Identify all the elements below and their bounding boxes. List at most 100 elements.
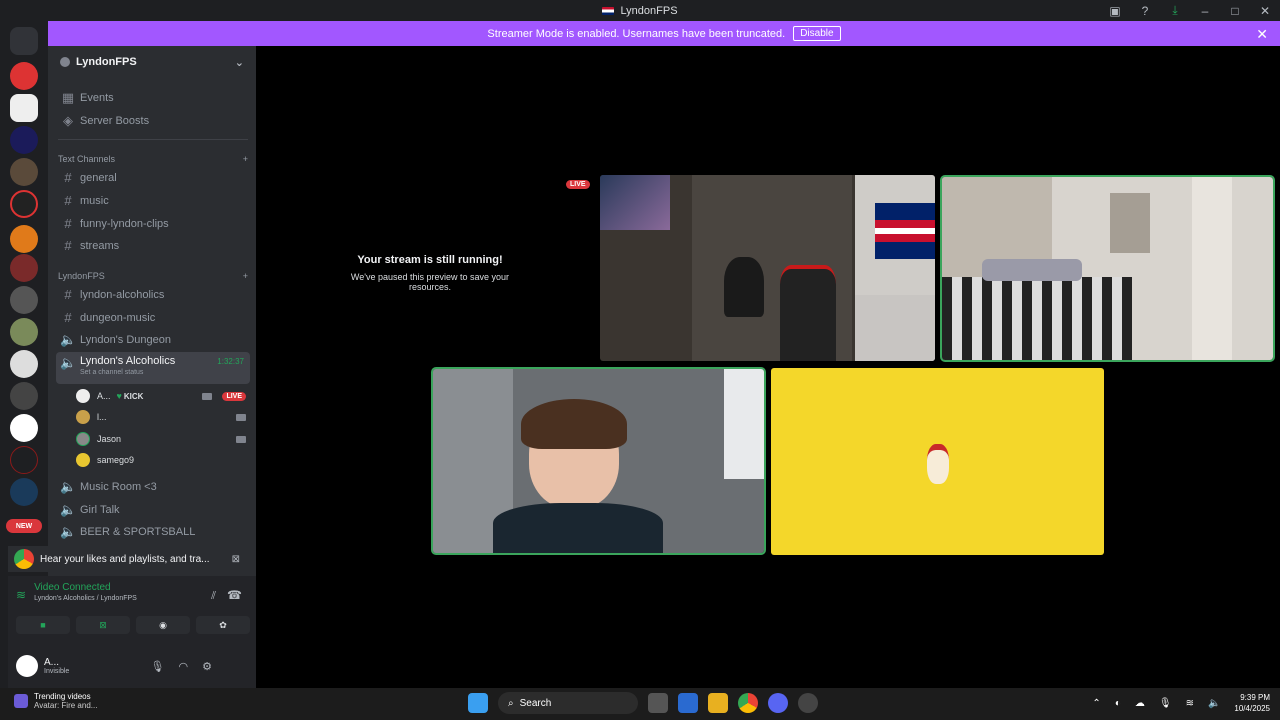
server-icon-8[interactable] [10,286,38,314]
server-icon-11[interactable] [10,382,38,410]
help-icon[interactable]: ? [1130,0,1160,21]
speaker-icon: 🔈 [60,355,77,370]
server-icon-7[interactable] [10,254,38,282]
store-icon[interactable] [678,693,698,713]
video-tile-stream[interactable] [600,175,935,361]
boost-icon: ◈ [63,112,73,128]
voice-lyndons-alcoholics[interactable]: 🔈 Lyndon's Alcoholics Set a channel stat… [56,352,250,384]
channel-funny-lyndon-clips[interactable]: # funny-lyndon-clips [56,213,250,234]
add-channel-icon[interactable]: + [243,154,248,164]
channel-label: BEER & SPORTSBALL [80,525,196,538]
video-tile-bedroom[interactable] [940,175,1275,362]
door [1192,177,1232,360]
volume-icon[interactable]: 🔈 [1208,698,1220,709]
network-icon[interactable]: ☁ [1135,698,1145,709]
server-icon-2[interactable] [10,94,38,122]
connection-location[interactable]: Lyndon's Alcoholics / LyndonFPS [34,595,137,602]
server-icon-1[interactable] [10,62,38,90]
search-label: Search [519,697,552,709]
voice-user-1[interactable]: A... ♥ KICK LIVE [76,386,246,406]
flag [875,203,935,259]
category-text-channels[interactable]: Text Channels + [58,154,248,164]
mic-tray-icon[interactable]: 🎙 [1159,698,1172,709]
maximize-button[interactable]: □ [1220,0,1250,21]
video-tile-webcam[interactable] [431,367,766,555]
task-view-icon[interactable] [648,693,668,713]
close-window-button[interactable]: ✕ [1250,0,1280,21]
hash-icon: # [64,238,72,253]
calendar-icon: ▦ [61,89,75,105]
headphones-icon[interactable]: ◠ [179,660,189,673]
user-panel[interactable]: A... Invisible 🎙 ◠ ⚙ [16,650,212,682]
user-name: Jason [97,434,122,444]
disable-streamer-mode-button[interactable]: Disable [793,26,841,41]
user-name: A... [44,657,60,668]
tray-app-icon[interactable]: ◐ [1115,698,1121,709]
noise-suppression-icon[interactable]: ⫽ [211,590,216,603]
channel-streams[interactable]: # streams [56,235,250,256]
window [724,369,764,479]
activity-promo-card[interactable]: Hear your likes and playlists, and tra..… [8,546,250,572]
stream-paused-notice: Your stream is still running! We've paus… [330,254,530,292]
voice-music-room[interactable]: 🔈 Music Room <3 [56,476,250,497]
widgets-icon [14,694,28,708]
voice-lyndons-dungeon[interactable]: 🔈 Lyndon's Dungeon [56,329,250,350]
inbox-icon[interactable]: ▣ [1100,0,1130,21]
camera-button[interactable]: ■ [16,616,70,634]
discord-home-icon[interactable] [10,27,38,55]
discord-taskbar-icon[interactable] [768,693,788,713]
server-icon-3[interactable] [10,126,38,154]
server-icon-10[interactable] [10,350,38,378]
channel-dungeon-music[interactable]: # dungeon-music [56,307,250,328]
channel-lyndon-alcoholics[interactable]: # lyndon-alcoholics [56,284,250,305]
connection-status[interactable]: Video Connected [34,582,137,593]
file-explorer-icon[interactable] [708,693,728,713]
microphone-icon[interactable]: 🎙 [151,660,165,673]
category-lyndonfps[interactable]: LyndonFPS + [58,271,248,281]
voice-user-4[interactable]: samego9 [76,450,246,470]
add-channel-icon[interactable]: + [243,271,248,281]
voice-beer-sportsball[interactable]: 🔈 BEER & SPORTSBALL [56,521,250,542]
hash-icon: # [64,193,72,208]
news-widget[interactable]: Trending videos Avatar: Fire and... [14,692,97,710]
voice-user-3[interactable]: Jason [76,429,246,449]
events-item[interactable]: ▦ Events [56,87,250,108]
screen-share-button[interactable]: ⊠ [76,616,130,634]
server-icon [60,57,70,67]
server-icon-13[interactable] [10,446,38,474]
server-icon-14[interactable] [10,478,38,506]
taskbar-search[interactable]: ⌕ Search [498,692,638,714]
server-icon-9[interactable] [10,318,38,346]
channel-label: general [80,171,117,184]
soundboard-button[interactable]: ✿ [196,616,250,634]
wifi-icon[interactable]: ≋ [1186,698,1194,709]
disconnect-icon[interactable]: ☎ [227,588,242,602]
bed [942,277,1132,360]
voice-user-2[interactable]: l... [76,407,246,427]
server-header[interactable]: LyndonFPS ⌄ [48,46,256,78]
voice-girl-talk[interactable]: 🔈 Girl Talk [56,499,250,520]
channel-general[interactable]: # general [56,167,250,188]
server-icon-12[interactable] [10,414,38,442]
video-tile-avatar[interactable] [771,368,1104,555]
dismiss-icon[interactable]: ⊠ [232,554,240,565]
download-icon[interactable]: ⤓ [1160,0,1190,21]
channel-music[interactable]: # music [56,190,250,211]
chrome-taskbar-icon[interactable] [738,693,758,713]
server-icon-5[interactable] [10,190,38,218]
settings-gear-icon[interactable]: ⚙ [202,660,212,673]
server-boosts-item[interactable]: ◈ Server Boosts [56,110,250,131]
app-taskbar-icon[interactable] [798,693,818,713]
poster [600,175,670,230]
set-status-link[interactable]: Set a channel status [80,369,175,376]
minimize-button[interactable]: – [1190,0,1220,21]
server-icon-6[interactable] [10,225,38,253]
server-icon-4[interactable] [10,158,38,186]
activities-button[interactable]: ◉ [136,616,190,634]
clock[interactable]: 9:39 PM 10/4/2025 [1234,692,1270,714]
shirt [493,503,663,553]
speaker-icon: 🔈 [60,501,77,517]
close-banner-icon[interactable]: ✕ [1256,26,1268,43]
start-icon[interactable] [468,693,488,713]
chevron-up-icon[interactable]: ⌃ [1092,698,1100,709]
